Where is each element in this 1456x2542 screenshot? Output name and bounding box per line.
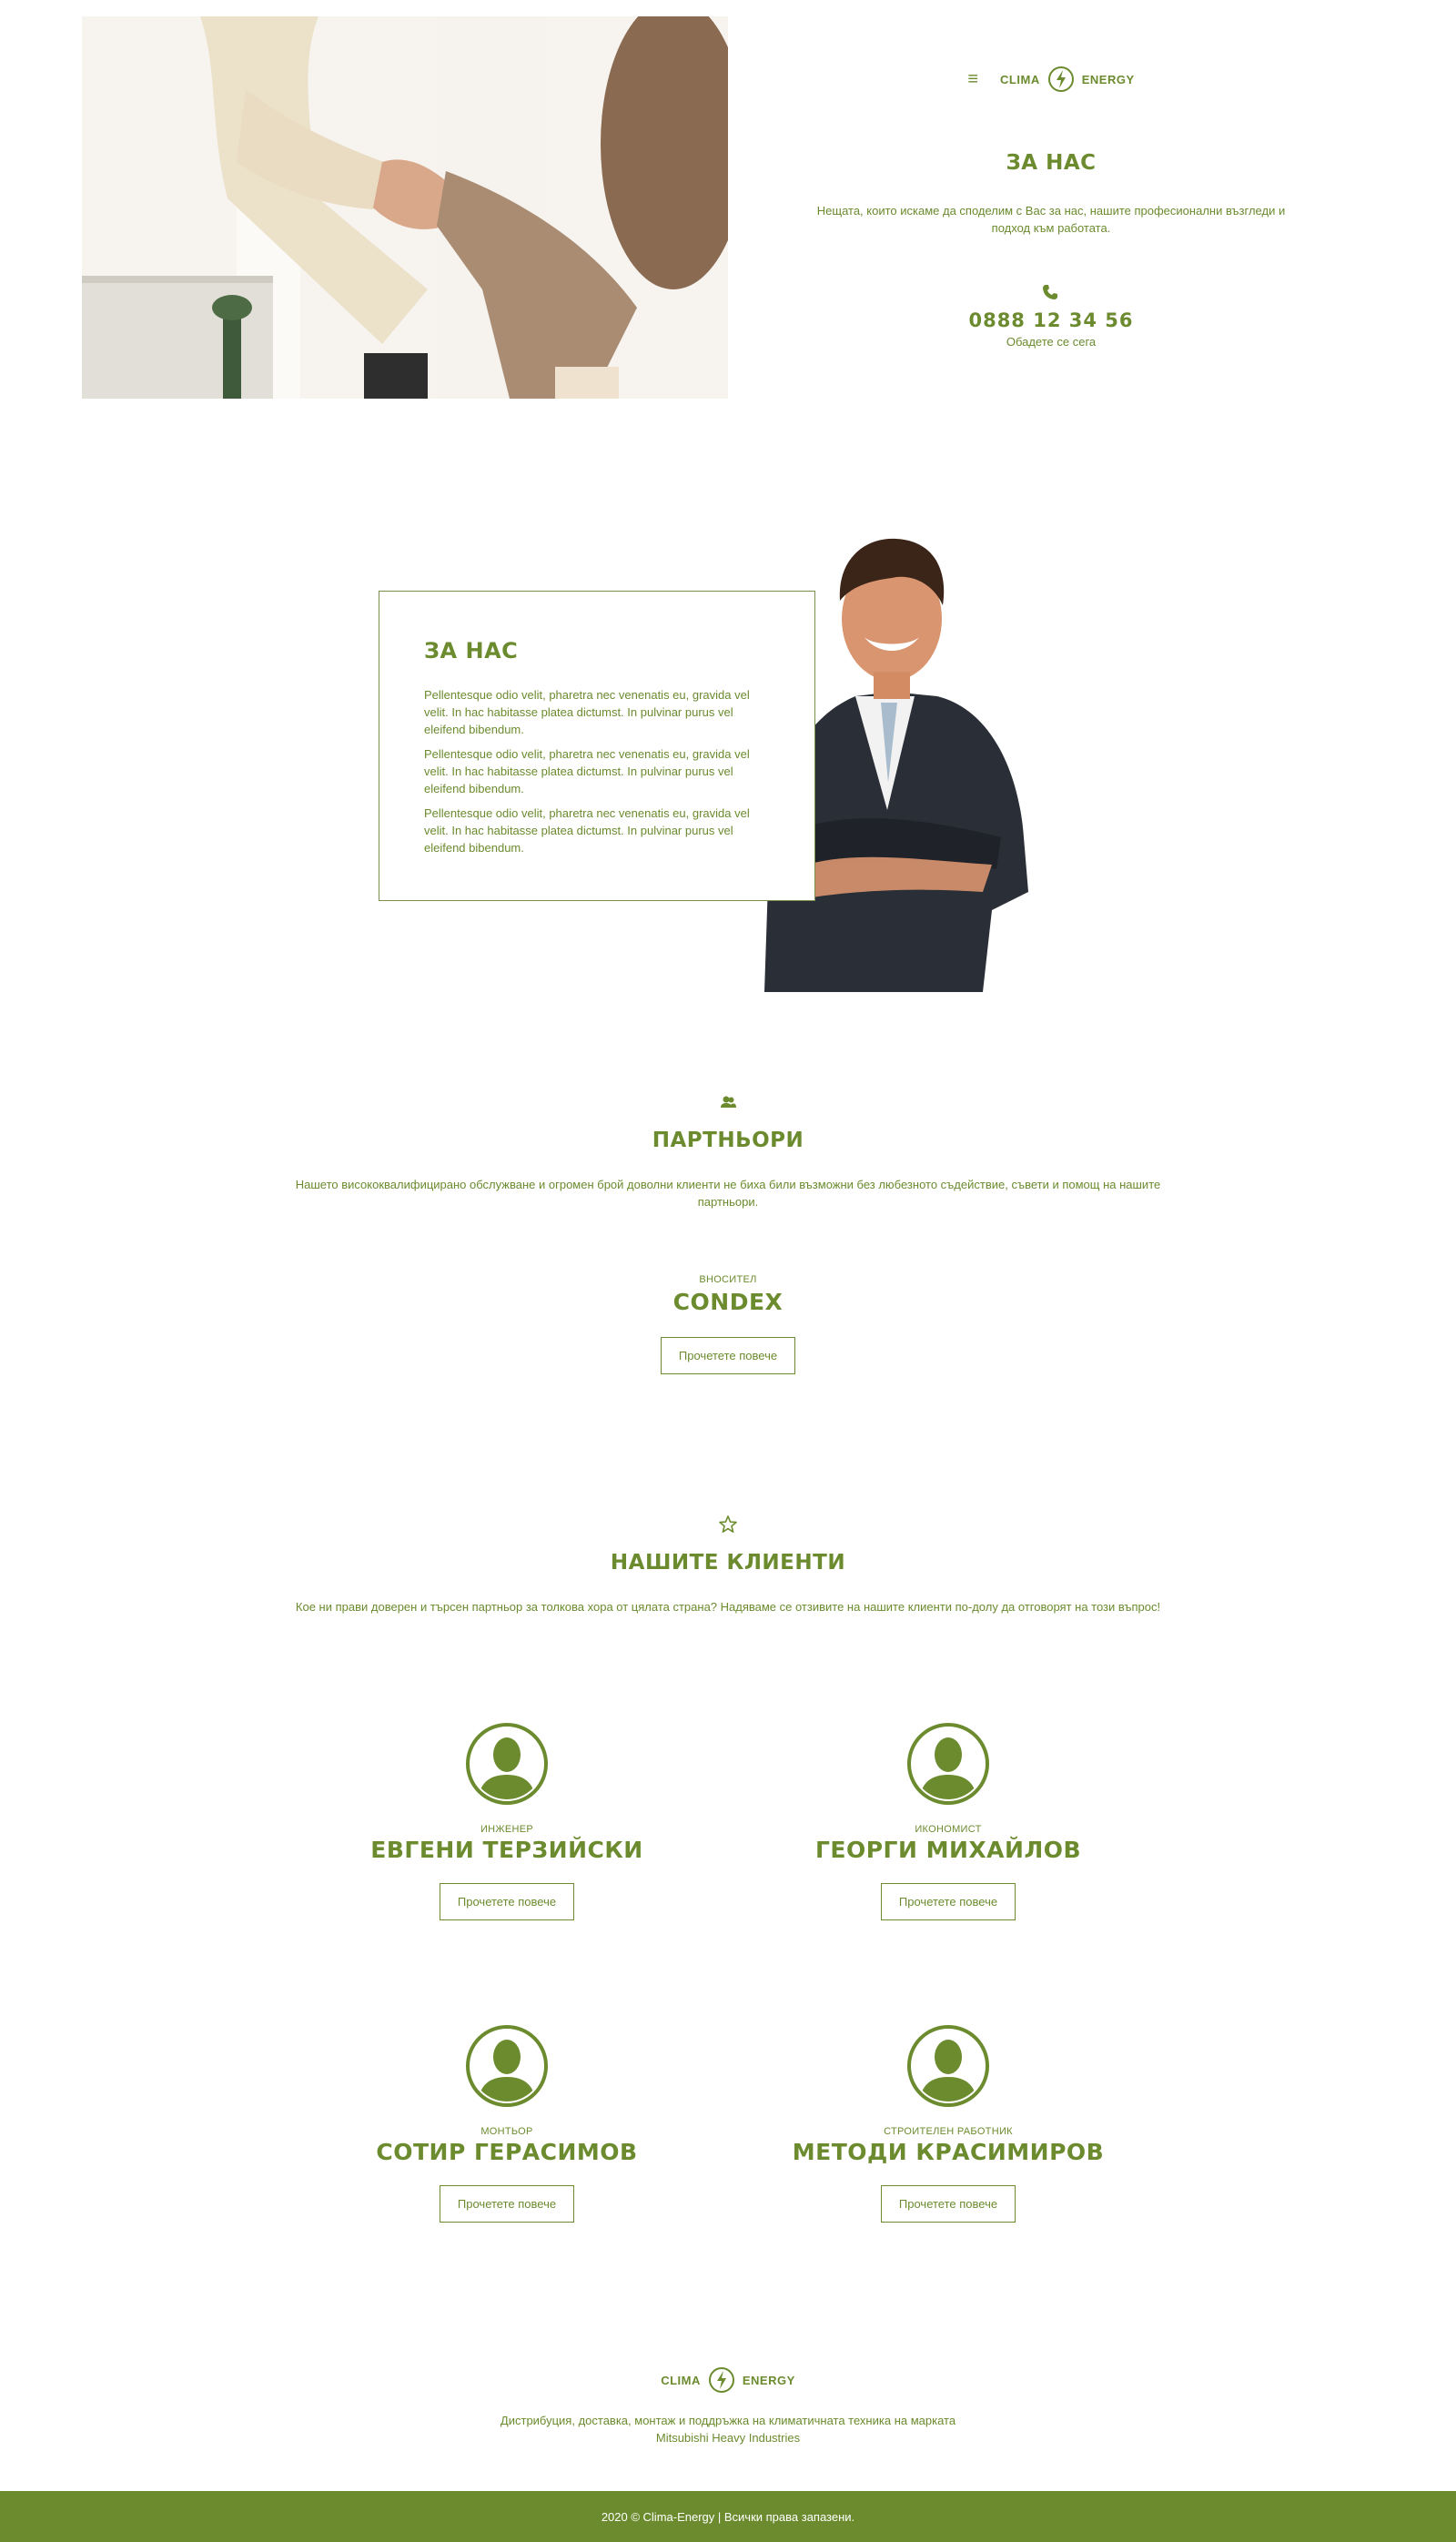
- about-paragraph: Pellentesque odio velit, pharetra nec ve…: [424, 688, 750, 736]
- client-name: МЕТОДИ КРАСИМИРОВ: [792, 2139, 1105, 2165]
- about-paragraph: Pellentesque odio velit, pharetra nec ve…: [424, 806, 750, 855]
- avatar-icon: [466, 2025, 548, 2107]
- client-card: МОНТЬОР СОТИР ГЕРАСИМОВ Прочетете повече: [288, 2024, 725, 2223]
- about-paragraphs: Pellentesque odio velit, pharetra nec ve…: [424, 686, 774, 864]
- client-role: ИКОНОМИСТ: [915, 1824, 982, 1835]
- client-read-more-button[interactable]: Прочетете повече: [880, 2185, 1016, 2223]
- footer-logo-row: CLIMA ENERGY: [0, 2366, 1456, 2394]
- navbar: ≡ CLIMA ENERGY: [783, 66, 1320, 93]
- copyright-text: 2020 © Clima-Energy | Всички права запаз…: [601, 2509, 855, 2524]
- about-paragraph: Pellentesque odio velit, pharetra nec ve…: [424, 747, 750, 795]
- client-role: СТРОИТЕЛЕН РАБОТНИК: [884, 2126, 1013, 2137]
- client-card: ИНЖЕНЕР ЕВГЕНИ ТЕРЗИЙСКИ Прочетете повеч…: [288, 1722, 725, 1920]
- phone-icon: [1043, 285, 1057, 299]
- footer-logo[interactable]: CLIMA ENERGY: [0, 2366, 1456, 2394]
- client-name: ЕВГЕНИ ТЕРЗИЙСКИ: [370, 1837, 643, 1863]
- avatar-icon: [907, 1723, 989, 1805]
- logo-left-text: CLIMA: [1000, 72, 1040, 86]
- client-name: СОТИР ГЕРАСИМОВ: [376, 2139, 638, 2165]
- footer-description-line: Mitsubishi Heavy Industries: [655, 2431, 801, 2445]
- partners-title: ПАРТНЬОРИ: [652, 1129, 804, 1152]
- client-read-more-button[interactable]: Прочетете повече: [439, 2185, 575, 2223]
- avatar-icon: [466, 1723, 548, 1805]
- logo[interactable]: CLIMA ENERGY: [1000, 66, 1135, 93]
- about-title: ЗА НАС: [424, 638, 519, 663]
- client-role: МОНТЬОР: [480, 2126, 533, 2137]
- client-name: ГЕОРГИ МИХАЙЛОВ: [814, 1837, 1082, 1863]
- client-read-more-button[interactable]: Прочетете повече: [880, 1883, 1016, 1920]
- client-role: ИНЖЕНЕР: [480, 1824, 534, 1835]
- page-title: ЗА НАС: [1006, 151, 1097, 175]
- avatar-icon: [907, 2025, 989, 2107]
- clients-description: Кое ни прави доверен и търсен партньор з…: [295, 1600, 1161, 1614]
- footer-logo-right-text: ENERGY: [742, 2373, 795, 2387]
- users-icon: [721, 1096, 736, 1108]
- footer-description-line: Дистрибуция, доставка, монтаж и поддръжк…: [500, 2414, 956, 2427]
- footer-bar: 2020 © Clima-Energy | Всички права запаз…: [0, 2491, 1456, 2542]
- handshake-illustration: [82, 16, 728, 399]
- star-icon: [719, 1515, 737, 1533]
- client-card: СТРОИТЕЛЕН РАБОТНИК МЕТОДИ КРАСИМИРОВ Пр…: [730, 2024, 1167, 2223]
- clients-title: НАШИТЕ КЛИЕНТИ: [610, 1551, 846, 1575]
- partners-section: ПАРТНЬОРИ Нашето висококвалифицирано обс…: [0, 1092, 1456, 1374]
- partner-role: ВНОСИТЕЛ: [699, 1274, 757, 1285]
- header-photo-handshake: [82, 16, 728, 399]
- header-panel: ≡ CLIMA ENERGY ЗА НАС Нещата, които иска…: [783, 0, 1320, 400]
- bolt-icon: [708, 2367, 734, 2393]
- logo-right-text: ENERGY: [1081, 72, 1135, 86]
- footer-logo-left-text: CLIMA: [661, 2373, 701, 2387]
- partners-description: Нашето висококвалифицирано обслужване и …: [295, 1178, 1161, 1209]
- page-lead: Нещата, които искаме да споделим с Вас з…: [816, 204, 1286, 235]
- partner-read-more-button[interactable]: Прочетете повече: [660, 1337, 796, 1374]
- hamburger-icon[interactable]: ≡: [967, 70, 978, 88]
- client-card: ИКОНОМИСТ ГЕОРГИ МИХАЙЛОВ Прочетете пове…: [730, 1722, 1167, 1920]
- about-card: ЗА НАС Pellentesque odio velit, pharetra…: [379, 591, 815, 901]
- partner-name: CONDEX: [672, 1289, 784, 1315]
- phone-number[interactable]: 0888 12 34 56: [783, 309, 1320, 331]
- bolt-icon: [1047, 66, 1074, 92]
- phone-subtitle: Обадете се сега: [1006, 335, 1097, 349]
- client-read-more-button[interactable]: Прочетете повече: [439, 1883, 575, 1920]
- clients-section: НАШИТЕ КЛИЕНТИ Кое ни прави доверен и тъ…: [0, 1514, 1456, 1615]
- footer-description: Дистрибуция, доставка, монтаж и поддръжк…: [0, 2412, 1456, 2446]
